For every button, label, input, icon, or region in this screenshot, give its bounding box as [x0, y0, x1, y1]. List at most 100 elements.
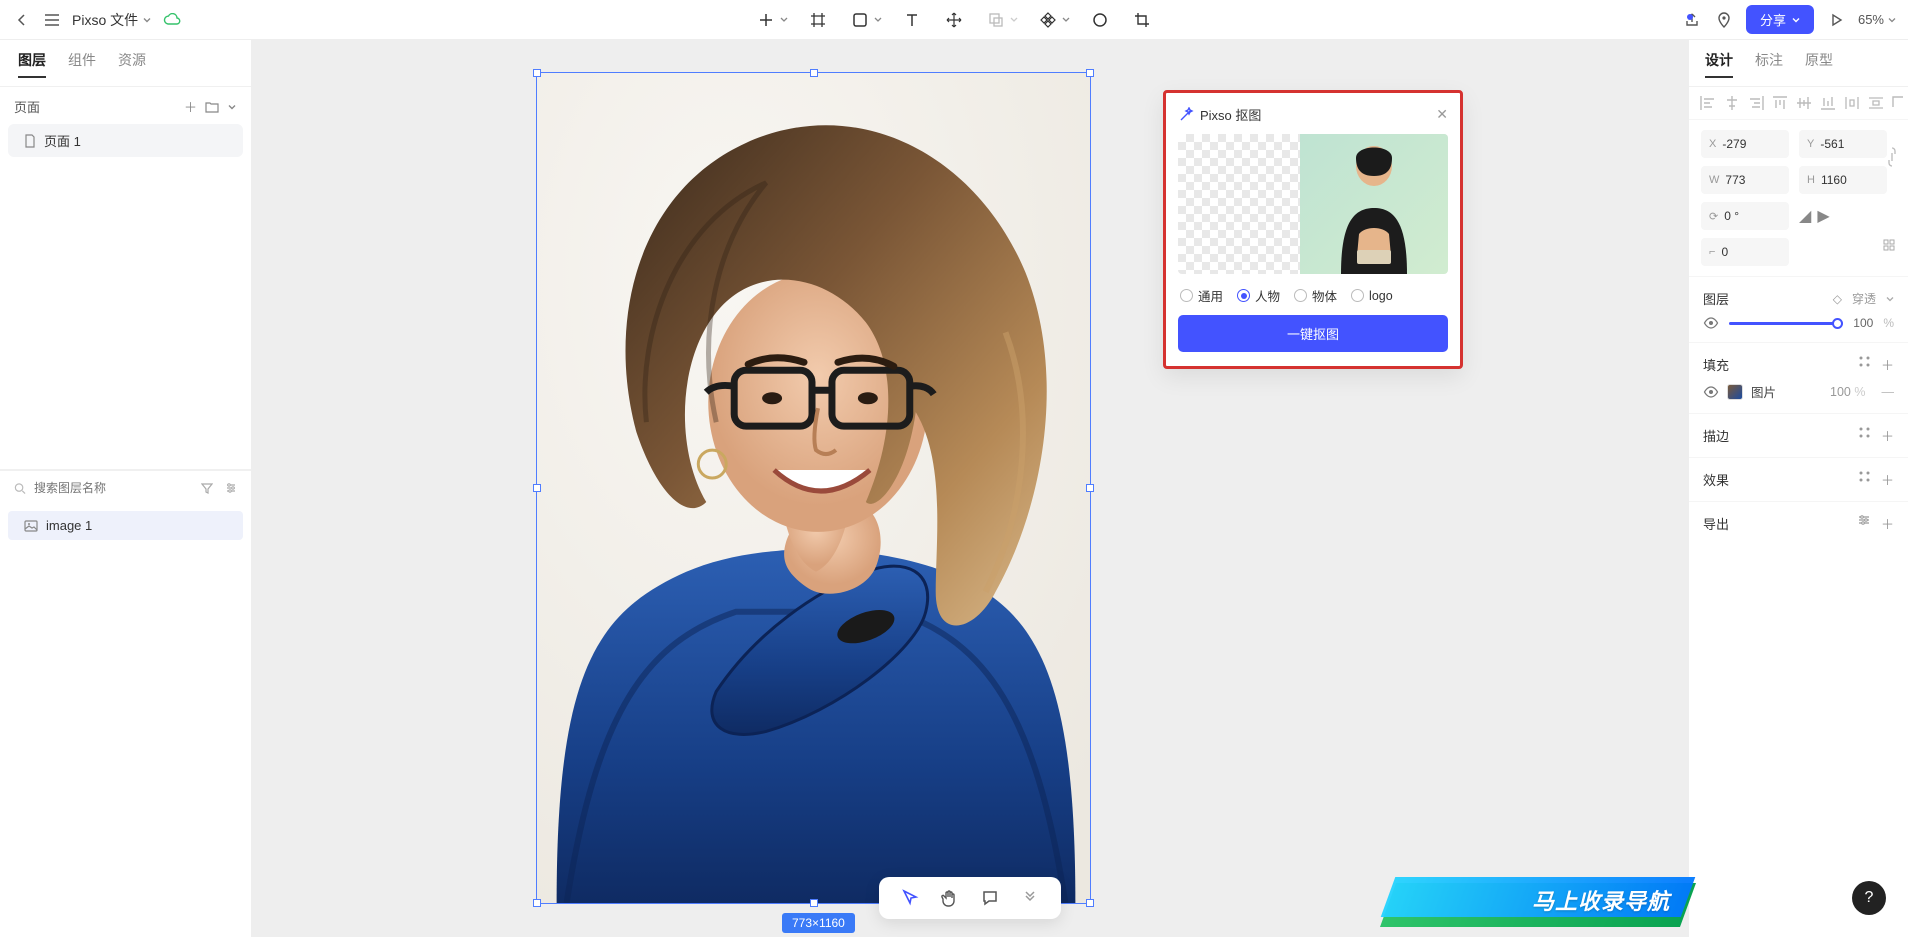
w-field[interactable]: W [1701, 166, 1789, 194]
pages-label: 页面 [14, 97, 40, 116]
add-fill-icon[interactable]: ＋ [1881, 355, 1894, 374]
h-field[interactable]: H [1799, 166, 1887, 194]
cutout-panel: Pixso 抠图 ✕ 通用 人物 物体 logo [1163, 90, 1463, 369]
fill-section: 填充 ＋ 图片 100 % — [1689, 343, 1908, 414]
fill-swatch[interactable] [1727, 384, 1743, 400]
fill-section-title: 填充 [1703, 355, 1729, 374]
boolean-tool-icon[interactable] [984, 8, 1008, 32]
align-row [1689, 87, 1908, 120]
visibility-icon[interactable] [1703, 317, 1719, 329]
crop-tool-icon[interactable] [1130, 8, 1154, 32]
independent-corners-icon[interactable] [1882, 238, 1896, 266]
tab-components[interactable]: 组件 [68, 50, 96, 78]
align-right-icon[interactable] [1747, 95, 1765, 111]
add-page-icon[interactable]: ＋ [184, 97, 197, 116]
add-stroke-icon[interactable]: ＋ [1881, 426, 1894, 445]
flip-h-icon[interactable]: ◢ [1799, 206, 1811, 226]
y-field[interactable]: Y [1799, 130, 1887, 158]
tab-assets[interactable]: 资源 [118, 50, 146, 78]
image-layer-icon [24, 520, 38, 532]
share-button[interactable]: 分享 [1746, 5, 1814, 34]
x-field[interactable]: X [1701, 130, 1789, 158]
tab-prototype[interactable]: 原型 [1805, 50, 1833, 78]
collapse-pages-icon[interactable] [227, 102, 237, 112]
align-hcenter-icon[interactable] [1723, 95, 1741, 111]
tab-annotate[interactable]: 标注 [1755, 50, 1783, 78]
text-tool-icon[interactable] [900, 8, 924, 32]
cutout-title: Pixso 抠图 [1200, 105, 1261, 124]
folder-icon[interactable] [205, 101, 219, 113]
layer-search-input[interactable] [34, 481, 189, 495]
rotation-field[interactable]: ⟳ [1701, 202, 1789, 230]
magic-wand-icon [1178, 107, 1194, 123]
align-left-icon[interactable] [1699, 95, 1717, 111]
selected-image [537, 73, 1090, 903]
remove-fill-icon[interactable]: — [1882, 385, 1895, 399]
flip-v-icon[interactable]: ▶ [1817, 206, 1829, 226]
fill-type-label: 图片 [1751, 382, 1776, 401]
fill-style-icon[interactable] [1858, 355, 1871, 374]
help-button[interactable]: ? [1852, 881, 1886, 915]
tab-design[interactable]: 设计 [1705, 50, 1733, 78]
left-panel-tabs: 图层 组件 资源 [0, 40, 251, 87]
option-logo[interactable]: logo [1351, 289, 1393, 303]
effect-section: 效果 ＋ [1689, 458, 1908, 502]
selection-box[interactable] [536, 72, 1091, 904]
align-bottom-icon[interactable] [1819, 95, 1837, 111]
zoom-display[interactable]: 65% [1858, 12, 1896, 27]
file-title-text: Pixso 文件 [72, 10, 138, 30]
pages-header: 页面 ＋ [0, 87, 251, 122]
play-icon[interactable] [1826, 10, 1846, 30]
export-settings-icon[interactable] [1857, 514, 1871, 533]
page-name: 页面 1 [44, 131, 81, 150]
share-export-icon[interactable] [1682, 10, 1702, 30]
move-tool-icon[interactable] [942, 8, 966, 32]
hand-tool-icon[interactable] [939, 887, 961, 909]
align-more-icon[interactable] [1891, 95, 1905, 111]
add-effect-icon[interactable]: ＋ [1881, 470, 1894, 489]
more-tools-icon[interactable] [1019, 887, 1041, 909]
component-tool-icon[interactable] [1036, 8, 1060, 32]
fill-visibility-icon[interactable] [1703, 386, 1719, 398]
blend-mode-select[interactable]: ◇ 穿透 [1833, 290, 1894, 307]
page-icon [24, 134, 36, 148]
menu-icon[interactable] [42, 10, 62, 30]
comment-tool-icon[interactable] [979, 887, 1001, 909]
filter-icon[interactable] [201, 482, 213, 494]
ellipse-tool-icon[interactable] [1088, 8, 1112, 32]
export-section-title: 导出 [1703, 514, 1729, 533]
option-object[interactable]: 物体 [1294, 286, 1337, 305]
align-vcenter-icon[interactable] [1795, 95, 1813, 111]
rotation-icon: ⟳ [1709, 210, 1718, 223]
select-tool-icon[interactable] [899, 887, 921, 909]
distribute-v-icon[interactable] [1867, 95, 1885, 111]
cloud-sync-icon[interactable] [162, 10, 182, 30]
watermark: 马上收录导航 [1532, 873, 1688, 927]
cutout-options: 通用 人物 物体 logo [1178, 274, 1448, 315]
page-item[interactable]: 页面 1 [8, 124, 243, 157]
radius-field[interactable]: ⌐ [1701, 238, 1789, 266]
cutout-preview [1178, 134, 1448, 274]
layer-item[interactable]: image 1 [8, 511, 243, 540]
link-wh-icon[interactable] [1886, 146, 1898, 168]
rect-tool-icon[interactable] [848, 8, 872, 32]
opacity-slider[interactable] [1729, 322, 1843, 325]
frame-tool-icon[interactable] [806, 8, 830, 32]
add-export-icon[interactable]: ＋ [1881, 514, 1894, 533]
tab-layers[interactable]: 图层 [18, 50, 46, 78]
settings-sliders-icon[interactable] [225, 482, 237, 494]
option-general[interactable]: 通用 [1180, 286, 1223, 305]
close-icon[interactable]: ✕ [1436, 106, 1448, 123]
option-person[interactable]: 人物 [1237, 286, 1280, 305]
right-panel: 设计 标注 原型 X Y W H ⟳ ◢ ▶ ⌐ [1688, 40, 1908, 937]
back-icon[interactable] [12, 10, 32, 30]
location-icon[interactable] [1714, 10, 1734, 30]
stroke-style-icon[interactable] [1858, 426, 1871, 445]
distribute-h-icon[interactable] [1843, 95, 1861, 111]
file-title[interactable]: Pixso 文件 [72, 10, 152, 30]
align-top-icon[interactable] [1771, 95, 1789, 111]
effect-style-icon[interactable] [1858, 470, 1871, 489]
cutout-run-button[interactable]: 一键抠图 [1178, 315, 1448, 352]
add-tool-icon[interactable] [754, 8, 778, 32]
canvas[interactable]: 773×1160 Pixso 抠图 ✕ [252, 40, 1688, 937]
